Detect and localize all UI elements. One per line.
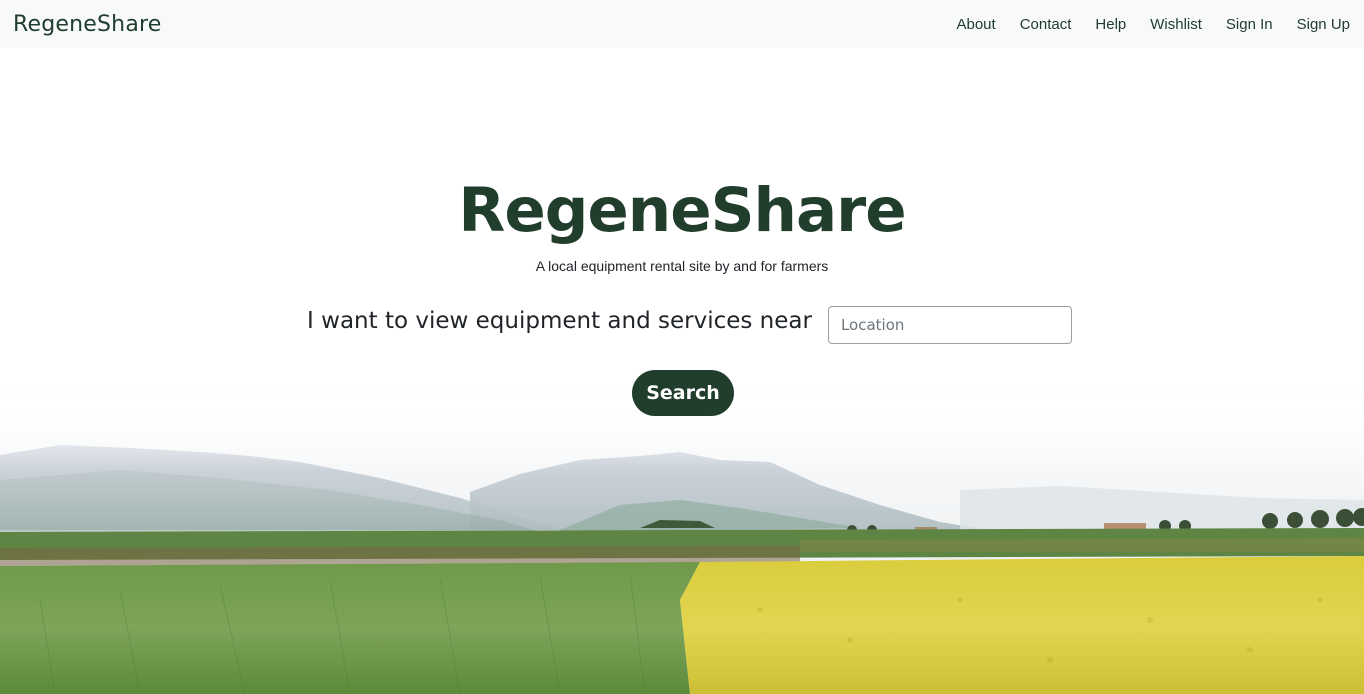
location-search-row: I want to view equipment and services ne… — [0, 306, 1364, 344]
search-button[interactable]: Search — [632, 370, 734, 416]
hero-title: RegeneShare — [458, 175, 906, 246]
top-navbar: RegeneShare About Contact Help Wishlist … — [0, 0, 1364, 48]
nav-link-contact[interactable]: Contact — [1020, 16, 1072, 33]
nav-links: About Contact Help Wishlist Sign In Sign… — [932, 16, 1350, 33]
nav-link-about[interactable]: About — [956, 16, 995, 33]
nav-link-help[interactable]: Help — [1095, 16, 1126, 33]
nav-link-sign-up[interactable]: Sign Up — [1297, 16, 1350, 33]
hero-subtitle: A local equipment rental site by and for… — [535, 258, 829, 274]
nav-link-wishlist[interactable]: Wishlist — [1150, 16, 1202, 33]
nav-link-sign-in[interactable]: Sign In — [1226, 16, 1273, 33]
farm-landscape-background — [0, 0, 1364, 694]
search-prompt-text: I want to view equipment and services ne… — [307, 308, 812, 334]
location-input[interactable] — [827, 306, 1072, 344]
brand-logo-link[interactable]: RegeneShare — [13, 12, 162, 37]
